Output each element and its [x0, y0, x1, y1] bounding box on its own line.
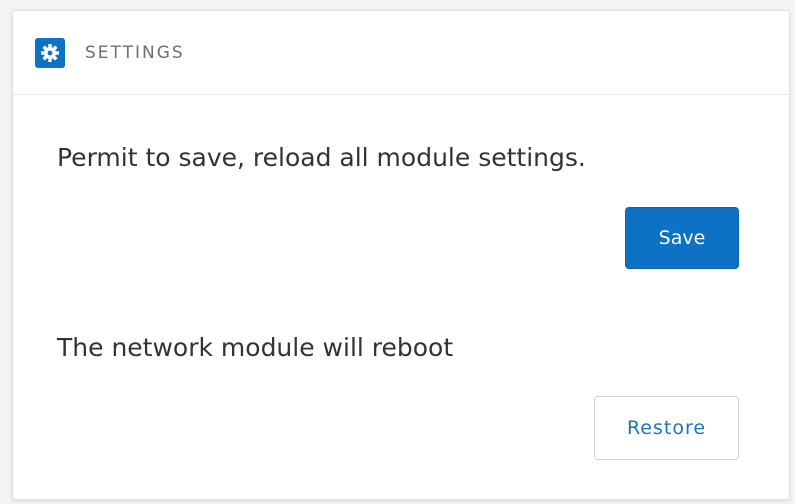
save-button[interactable]: Save [625, 207, 739, 269]
save-description: Permit to save, reload all module settin… [57, 143, 586, 172]
restore-description: The network module will reboot [57, 333, 454, 362]
card-header: SETTINGS [13, 11, 789, 95]
settings-card: SETTINGS Permit to save, reload all modu… [12, 10, 790, 500]
restore-button[interactable]: Restore [594, 396, 739, 460]
card-title: SETTINGS [85, 42, 185, 63]
gear-icon [35, 37, 65, 68]
